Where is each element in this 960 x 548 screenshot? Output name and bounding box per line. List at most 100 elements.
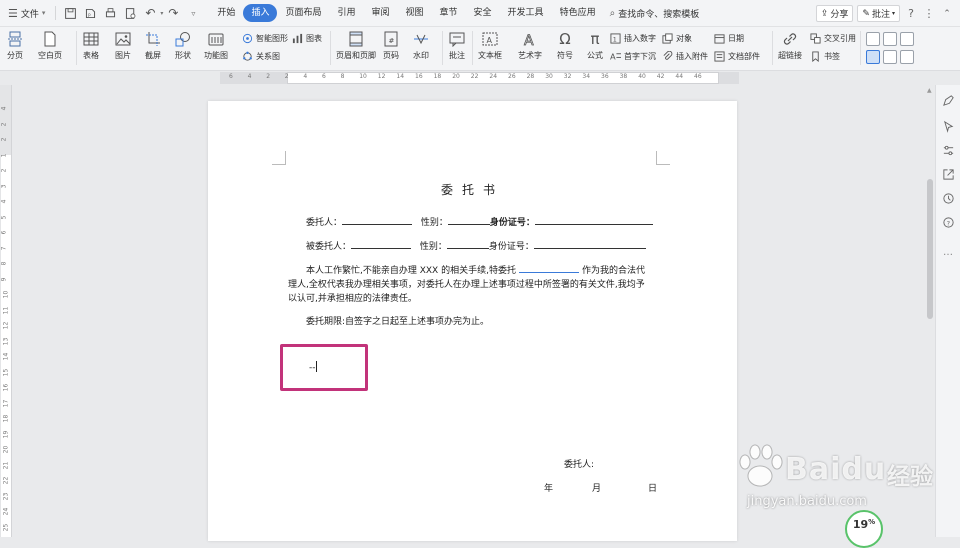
- doc-parts-button[interactable]: 文档部件: [714, 51, 760, 62]
- date-label: 日期: [728, 34, 744, 43]
- file-menu[interactable]: ☰ 文件 ▾: [0, 0, 51, 26]
- picture-icon: [114, 30, 132, 48]
- help-circle-icon[interactable]: ?: [941, 215, 955, 229]
- object-button[interactable]: 对象: [662, 33, 692, 44]
- drop-cap-button[interactable]: A 首字下沉: [610, 51, 656, 62]
- smart-art-button[interactable]: 智能图形: [242, 33, 288, 44]
- chart-button[interactable]: 图表: [292, 33, 322, 44]
- progress-badge[interactable]: 19%: [845, 510, 883, 548]
- save-icon[interactable]: [62, 5, 78, 21]
- pen-icon[interactable]: [941, 93, 955, 107]
- ruler-tick-label: 2: [284, 73, 289, 80]
- vertical-ruler[interactable]: 4 2 2 1 2 3 4 5 6 7 8 9 10 11 12 13 14 15 16 17 18 19 20 21 22 23…: [0, 85, 12, 537]
- vertical-ruler-tick-label: 5: [0, 215, 8, 219]
- tab-references[interactable]: 引用: [329, 4, 363, 22]
- art-text-button[interactable]: A 艺术字: [518, 30, 542, 61]
- view-mode-button-3[interactable]: [900, 32, 914, 46]
- settings-sliders-icon[interactable]: [941, 143, 955, 157]
- customize-dropdown-icon[interactable]: ▿: [185, 5, 201, 21]
- view-mode-button-4[interactable]: [866, 50, 880, 64]
- blank-page-button[interactable]: 空白页: [38, 30, 62, 61]
- collapse-ribbon-icon[interactable]: ⌃: [940, 7, 954, 21]
- screenshot-label: 截屏: [145, 51, 161, 60]
- picture-button[interactable]: 图片: [114, 30, 132, 61]
- chevron-down-icon: ▾: [41, 9, 46, 17]
- view-mode-button-2[interactable]: [883, 32, 897, 46]
- share-button[interactable]: ⇪ 分享: [815, 5, 854, 22]
- undo-dropdown-icon[interactable]: ▾: [160, 10, 163, 17]
- undo-icon[interactable]: ↶: [142, 5, 158, 21]
- view-mode-button-1[interactable]: [866, 32, 880, 46]
- date-button[interactable]: 日期: [714, 33, 744, 44]
- date-day: 日: [648, 484, 658, 494]
- watermark-button[interactable]: 水印: [412, 30, 430, 61]
- cross-ref-button[interactable]: 交叉引用: [810, 33, 856, 44]
- table-button[interactable]: 表格: [82, 30, 100, 61]
- drop-cap-label: 首字下沉: [624, 52, 656, 61]
- header-footer-button[interactable]: 页眉和页脚: [336, 30, 376, 61]
- view-mode-button-5[interactable]: [883, 50, 897, 64]
- print-icon[interactable]: [102, 5, 118, 21]
- symbol-button[interactable]: Ω 符号: [556, 30, 574, 61]
- divider: [472, 31, 473, 65]
- ruler-margin-right: [719, 72, 739, 84]
- ruler-text-area: [287, 72, 719, 84]
- page-number-button[interactable]: # 页码: [382, 30, 400, 61]
- horizontal-ruler[interactable]: 6 4 2 2 4 6 8 10 12 14 16 18 20 22 24 26 28 30 32 34 36 38 40 4…: [0, 71, 960, 85]
- more-dots-icon[interactable]: …: [941, 245, 955, 259]
- document-page[interactable]: 委托书 委托人： 性别： 身份证号： 被委托人： 性别： 身份证号： 本人工作繁忙,…: [208, 101, 737, 541]
- period-line: 委托期限:自签字之日起至上述事项办完为止。: [306, 317, 490, 327]
- vertical-ruler-tick-label: 6: [0, 230, 8, 235]
- shape-button[interactable]: 形状: [174, 30, 192, 61]
- scrollbar-thumb[interactable]: [927, 179, 933, 319]
- page-break-label: 分页: [7, 51, 23, 60]
- hyperlink-button[interactable]: 超链接: [778, 30, 802, 61]
- tab-security[interactable]: 安全: [466, 4, 500, 22]
- export-pdf-icon[interactable]: P: [82, 5, 98, 21]
- screenshot-button[interactable]: 截屏: [144, 30, 162, 61]
- command-search[interactable]: ⌕ 查找命令、搜索模板: [610, 7, 700, 20]
- scroll-up-icon[interactable]: ▲: [927, 87, 932, 94]
- tab-review[interactable]: 审阅: [363, 4, 397, 22]
- redo-icon[interactable]: ↷: [165, 5, 181, 21]
- cursor-select-icon[interactable]: [941, 119, 955, 133]
- help-icon[interactable]: ?: [904, 7, 918, 21]
- tab-special-apps[interactable]: 特色应用: [552, 4, 604, 22]
- print-preview-icon[interactable]: [122, 5, 138, 21]
- tab-section[interactable]: 章节: [432, 4, 466, 22]
- attachment-button[interactable]: 插入附件: [662, 51, 708, 62]
- header-footer-label: 页眉和页脚: [336, 51, 376, 60]
- number-icon: 1: [610, 33, 621, 44]
- page-break-button[interactable]: 分页: [6, 30, 24, 61]
- insert-number-button[interactable]: 1 插入数字: [610, 33, 656, 44]
- ruler-tick-label: 38: [619, 73, 628, 80]
- ruler-tick-label: 22: [470, 73, 479, 80]
- object-icon: [662, 33, 673, 44]
- bookmark-button[interactable]: 书签: [810, 51, 840, 62]
- progress-unit: %: [868, 518, 876, 526]
- screenshot-icon: [144, 30, 162, 48]
- share-out-icon[interactable]: [941, 167, 955, 181]
- tab-insert[interactable]: 插入: [243, 4, 278, 22]
- tab-home[interactable]: 开始: [209, 4, 243, 22]
- tab-developer[interactable]: 开发工具: [500, 4, 552, 22]
- formula-button[interactable]: π 公式: [586, 30, 604, 61]
- relation-chart-button[interactable]: 关系图: [242, 51, 280, 62]
- text-cursor: [315, 361, 317, 372]
- function-chart-label: 功能图: [204, 51, 228, 60]
- more-icon[interactable]: ⋮: [922, 7, 936, 21]
- view-mode-button-6[interactable]: [900, 50, 914, 64]
- text-box-button[interactable]: A 文本框: [478, 30, 502, 61]
- vertical-scrollbar[interactable]: ▲: [925, 85, 935, 537]
- comment-button[interactable]: ✎ 批注 ▾: [857, 5, 900, 22]
- comment-insert-button[interactable]: 批注: [448, 30, 466, 61]
- history-icon[interactable]: [941, 191, 955, 205]
- tab-page-layout[interactable]: 页面布局: [277, 4, 329, 22]
- ruler-tick-label: 24: [489, 73, 498, 80]
- document-canvas[interactable]: 委托书 委托人： 性别： 身份证号： 被委托人： 性别： 身份证号： 本人工作繁忙,…: [12, 85, 925, 541]
- cursor-text[interactable]: --: [309, 361, 317, 373]
- bookmark-label: 书签: [824, 52, 840, 61]
- tab-view[interactable]: 视图: [398, 4, 432, 22]
- function-chart-button[interactable]: 功能图: [204, 30, 228, 61]
- vertical-ruler-tick-label: 7: [0, 246, 8, 250]
